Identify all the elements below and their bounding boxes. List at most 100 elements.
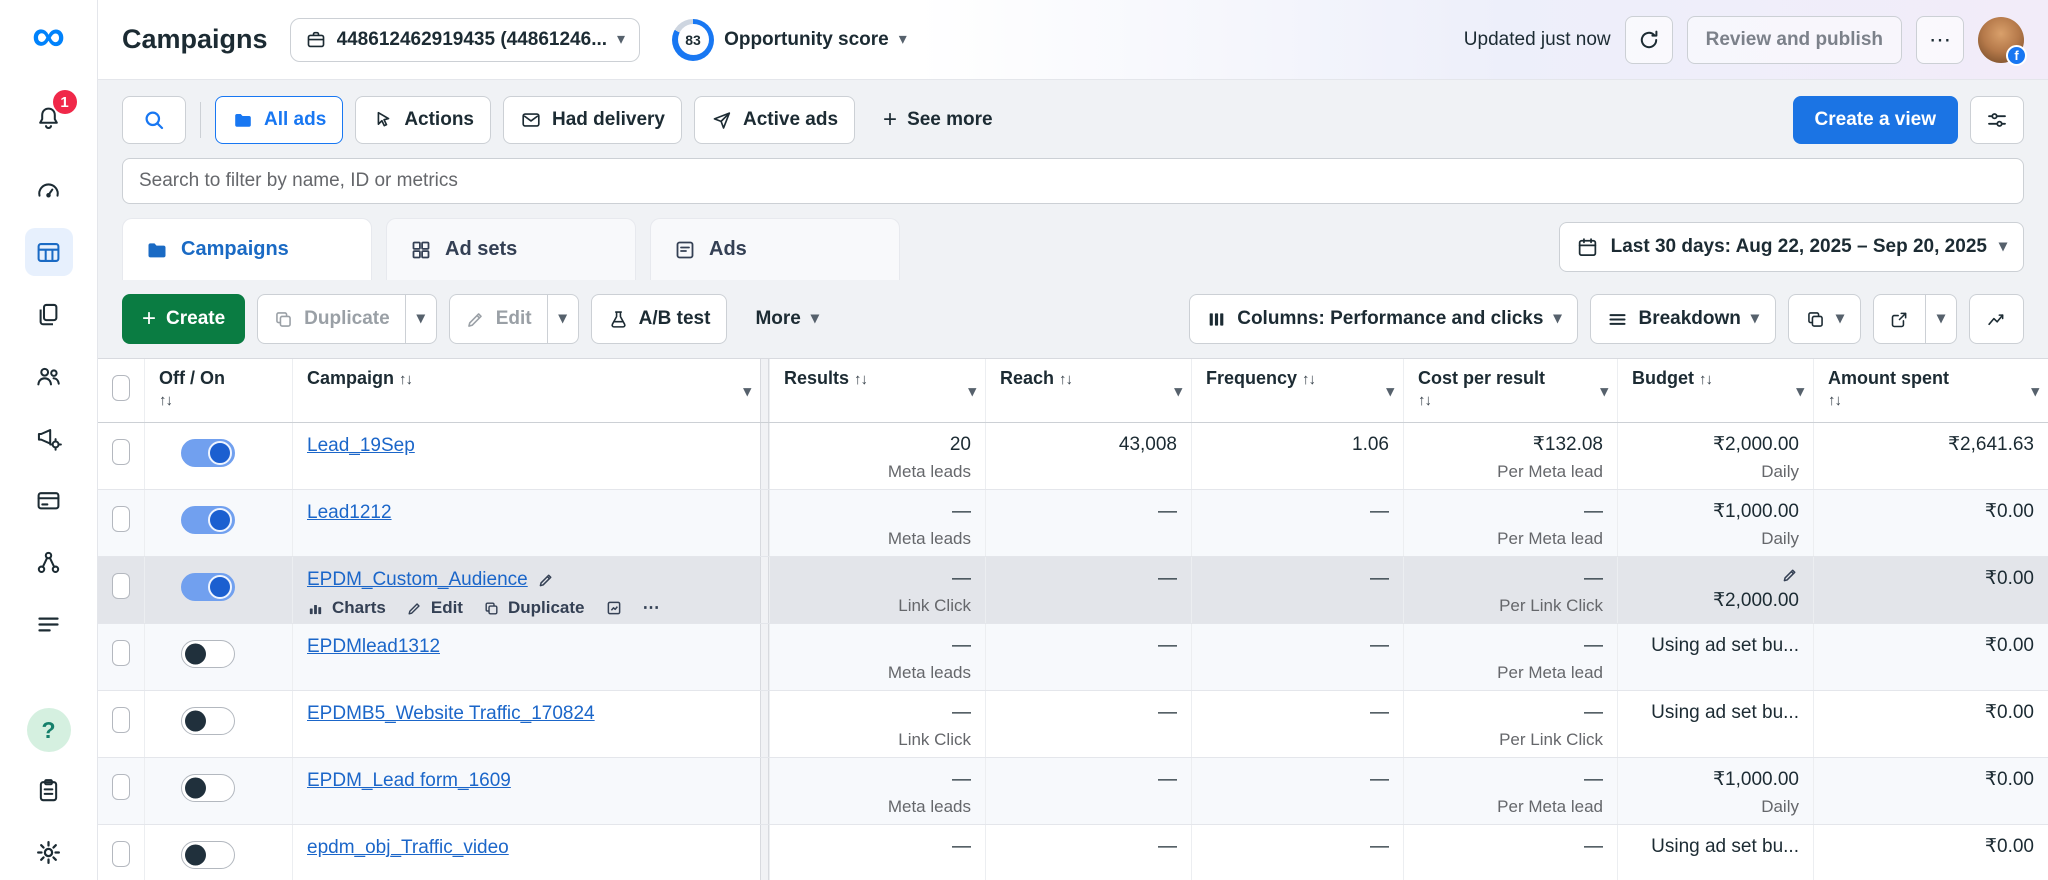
edit-caret-button[interactable]: ▾ bbox=[546, 295, 578, 343]
sidebar-item-business-tools[interactable] bbox=[25, 538, 73, 586]
edit-action[interactable]: Edit bbox=[406, 598, 463, 618]
edit-name-icon[interactable] bbox=[537, 571, 555, 589]
review-publish-button[interactable]: Review and publish bbox=[1686, 15, 1902, 64]
frozen-column-divider[interactable] bbox=[760, 359, 769, 422]
reports-layers-button[interactable]: ▾ bbox=[1787, 294, 1861, 344]
edit-button[interactable]: Edit bbox=[450, 295, 547, 343]
chevron-down-icon[interactable]: ▾ bbox=[2031, 382, 2039, 400]
status-toggle[interactable] bbox=[181, 707, 235, 735]
tab-ads[interactable]: Ads bbox=[650, 218, 900, 280]
table-row[interactable]: Lead1212 — Meta leads — — — Per Meta lea… bbox=[98, 490, 2048, 557]
duplicate-button[interactable]: Duplicate bbox=[258, 295, 405, 343]
status-toggle[interactable] bbox=[181, 640, 235, 668]
charts-panel-button[interactable] bbox=[1969, 294, 2024, 344]
filter-chip-had-delivery[interactable]: Had delivery bbox=[503, 96, 682, 144]
view-settings-button[interactable] bbox=[1970, 96, 2024, 144]
duplicate-caret-button[interactable]: ▾ bbox=[404, 295, 436, 343]
date-range-selector[interactable]: Last 30 days: Aug 22, 2025 – Sep 20, 202… bbox=[1558, 222, 2024, 272]
org-chart-icon bbox=[37, 551, 60, 573]
row-checkbox[interactable] bbox=[112, 573, 130, 599]
campaign-link[interactable]: EPDMB5_Website Traffic_170824 bbox=[307, 703, 595, 725]
columns-button[interactable]: Columns: Performance and clicks ▾ bbox=[1189, 294, 1579, 344]
col-header-amount-spent[interactable]: Amount spent ↑↓ ▾ bbox=[1813, 359, 2048, 422]
table-row[interactable]: epdm_obj_Traffic_video — — — — Using ad … bbox=[98, 825, 2048, 880]
row-checkbox[interactable] bbox=[112, 774, 130, 800]
chevron-down-icon[interactable]: ▾ bbox=[968, 382, 976, 400]
export-button[interactable] bbox=[1874, 295, 1925, 343]
campaign-link[interactable]: EPDM_Custom_Audience bbox=[307, 569, 528, 591]
account-selector[interactable]: 448612462919435 (44861246... ▾ bbox=[289, 17, 641, 62]
chevron-down-icon[interactable]: ▾ bbox=[1796, 382, 1804, 400]
filter-chip-all-ads[interactable]: All ads bbox=[215, 96, 344, 144]
duplicate-action[interactable]: Duplicate bbox=[483, 598, 585, 618]
breakdown-button[interactable]: Breakdown ▾ bbox=[1590, 294, 1776, 344]
sidebar-item-settings[interactable] bbox=[25, 828, 73, 876]
filter-chip-active-ads[interactable]: Active ads bbox=[694, 96, 856, 144]
ab-test-button[interactable]: A/B test bbox=[590, 294, 728, 344]
status-toggle[interactable] bbox=[181, 573, 235, 601]
search-input[interactable] bbox=[122, 158, 2024, 204]
tab-campaigns[interactable]: Campaigns bbox=[122, 218, 372, 280]
filter-chip-actions[interactable]: Actions bbox=[355, 96, 491, 144]
charts-action[interactable]: Charts bbox=[307, 598, 386, 618]
view-charts-action[interactable] bbox=[605, 599, 623, 617]
table-row[interactable]: Lead_19Sep 20 Meta leads 43,008 1.06 ₹13… bbox=[98, 423, 2048, 490]
table-row[interactable]: EPDM_Lead form_1609 — Meta leads — — — P… bbox=[98, 758, 2048, 825]
chevron-down-icon[interactable]: ▾ bbox=[1386, 382, 1394, 400]
create-button[interactable]: + Create bbox=[122, 294, 246, 344]
chevron-down-icon[interactable]: ▾ bbox=[1600, 382, 1608, 400]
status-toggle[interactable] bbox=[181, 506, 235, 534]
campaign-link[interactable]: epdm_obj_Traffic_video bbox=[307, 837, 509, 859]
status-toggle[interactable] bbox=[181, 841, 235, 869]
select-all-checkbox[interactable] bbox=[112, 375, 130, 401]
row-checkbox[interactable] bbox=[112, 841, 130, 867]
campaign-link[interactable]: Lead1212 bbox=[307, 502, 392, 524]
sidebar-item-reports[interactable] bbox=[25, 766, 73, 814]
status-toggle[interactable] bbox=[181, 439, 235, 467]
filter-search-button[interactable] bbox=[122, 96, 186, 144]
export-caret-button[interactable]: ▾ bbox=[1924, 295, 1956, 343]
meta-logo-icon[interactable]: ∞ bbox=[32, 12, 65, 58]
opportunity-score[interactable]: 83 Opportunity score ▾ bbox=[672, 18, 907, 61]
sidebar-item-billing[interactable] bbox=[25, 476, 73, 524]
avatar[interactable]: f bbox=[1978, 16, 2027, 66]
row-checkbox[interactable] bbox=[112, 439, 130, 465]
refresh-button[interactable] bbox=[1624, 15, 1673, 64]
campaign-link[interactable]: EPDM_Lead form_1609 bbox=[307, 770, 511, 792]
row-checkbox[interactable] bbox=[112, 640, 130, 666]
campaign-link[interactable]: Lead_19Sep bbox=[307, 435, 415, 457]
table-row[interactable]: EPDM_Custom_Audience Charts Edit Duplica… bbox=[98, 557, 2048, 624]
chevron-down-icon[interactable]: ▾ bbox=[743, 382, 751, 400]
col-header-budget[interactable]: Budget ↑↓ ▾ bbox=[1617, 359, 1813, 422]
col-header-frequency[interactable]: Frequency ↑↓ ▾ bbox=[1191, 359, 1403, 422]
col-header-results[interactable]: Results ↑↓ ▾ bbox=[769, 359, 985, 422]
notifications-button[interactable]: 1 bbox=[25, 90, 77, 142]
status-toggle[interactable] bbox=[181, 774, 235, 802]
chevron-down-icon[interactable]: ▾ bbox=[1174, 382, 1182, 400]
more-actions-button[interactable]: ⋯ bbox=[643, 598, 660, 618]
page-title: Campaigns bbox=[122, 24, 268, 54]
col-header-campaign[interactable]: Campaign ↑↓ ▾ bbox=[292, 359, 760, 422]
table-row[interactable]: EPDMlead1312 — Meta leads — — — Per Meta… bbox=[98, 624, 2048, 691]
col-header-off-on[interactable]: Off / On ↑↓ bbox=[144, 359, 292, 422]
row-checkbox[interactable] bbox=[112, 506, 130, 532]
sidebar-item-audiences[interactable] bbox=[25, 352, 73, 400]
sidebar-item-ads-tools[interactable] bbox=[25, 414, 73, 462]
sidebar-item-all-tools[interactable] bbox=[25, 600, 73, 648]
more-options-button[interactable]: ⋯ bbox=[1916, 15, 1964, 64]
col-header-reach[interactable]: Reach ↑↓ ▾ bbox=[985, 359, 1191, 422]
campaign-link[interactable]: EPDMlead1312 bbox=[307, 636, 440, 658]
see-more-button[interactable]: + See more bbox=[867, 96, 1009, 144]
sidebar-item-campaigns[interactable] bbox=[24, 228, 73, 276]
col-header-cost-per-result[interactable]: Cost per result ↑↓ ▾ bbox=[1403, 359, 1617, 422]
help-button[interactable]: ? bbox=[26, 708, 71, 752]
create-view-button[interactable]: Create a view bbox=[1792, 96, 1958, 144]
sidebar-item-overview[interactable] bbox=[25, 166, 73, 214]
budget-sub: Daily bbox=[1761, 462, 1799, 481]
tab-ad-sets[interactable]: Ad sets bbox=[386, 218, 636, 280]
row-checkbox[interactable] bbox=[112, 707, 130, 733]
table-row[interactable]: EPDMB5_Website Traffic_170824 — Link Cli… bbox=[98, 691, 2048, 758]
budget-edit-icon[interactable] bbox=[1632, 566, 1799, 588]
sidebar-item-pages[interactable] bbox=[25, 290, 73, 338]
more-button[interactable]: More ▾ bbox=[739, 294, 834, 344]
